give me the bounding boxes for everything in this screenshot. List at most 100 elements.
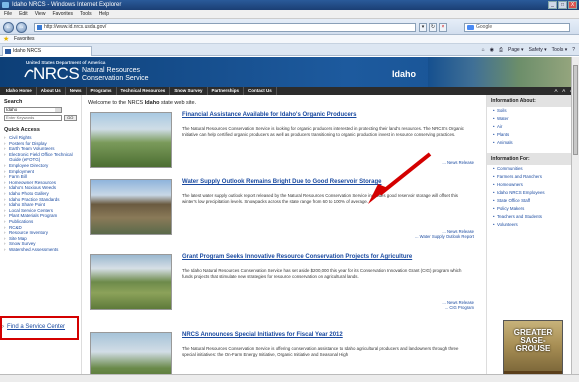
search-placeholder: Google: [476, 24, 493, 30]
info-about-link[interactable]: Air: [493, 123, 579, 131]
chevron-right-icon: ›: [2, 324, 4, 330]
story-body: The Idaho Natural Resources Conservation…: [182, 268, 462, 279]
menu-tools[interactable]: Tools: [80, 10, 92, 18]
vertical-scrollbar[interactable]: [571, 57, 579, 374]
tab-idaho-nrcs[interactable]: Idaho NRCS: [2, 46, 92, 56]
info-for-link[interactable]: Policy Makers: [493, 205, 579, 213]
home-icon[interactable]: ⌂: [482, 46, 485, 55]
menu-file[interactable]: File: [4, 10, 12, 18]
promo-title: GREATER SAGE-GROUSE: [513, 328, 553, 353]
info-about-heading: Information About:: [487, 95, 579, 107]
quick-access-list: Civil Rights Posters for Display Earth T…: [4, 135, 77, 252]
story-title-link[interactable]: NRCS Announces Special Initiatives for F…: [182, 332, 343, 338]
print-icon[interactable]: ⎙: [499, 46, 503, 55]
dropdown-icon[interactable]: ▾: [419, 23, 427, 32]
quick-access-link[interactable]: Watershed Assessments: [4, 247, 77, 253]
favorites-button[interactable]: Favorites: [14, 36, 35, 42]
info-for-link[interactable]: Communities: [493, 165, 579, 173]
refresh-icon[interactable]: ↻: [429, 23, 437, 32]
nav-programs[interactable]: Programs: [87, 87, 117, 95]
scroll-thumb[interactable]: [573, 65, 578, 155]
back-arrow-icon[interactable]: ←: [3, 22, 14, 33]
story-title-link[interactable]: Water Supply Outlook Remains Bright Due …: [182, 179, 381, 185]
story-body: The Natural Resources Conservation Servi…: [182, 346, 459, 357]
info-for-list: Communities Farmers and Ranchers Homeown…: [487, 165, 579, 229]
info-about-link[interactable]: Water: [493, 115, 579, 123]
logo-subtitle-2: Conservation Service: [82, 75, 149, 82]
nav-snow-survey[interactable]: Snow Survey: [170, 87, 208, 95]
minimize-button[interactable]: _: [548, 1, 557, 9]
banner-photo: [428, 57, 579, 87]
info-about-list: Soils Water Air Plants Animals: [487, 107, 579, 147]
chevron-down-icon: [55, 108, 61, 112]
tools-menu[interactable]: Tools ▾: [552, 46, 568, 55]
logo-text: NRCS: [33, 64, 80, 83]
info-for-link[interactable]: Farmers and Ranchers: [493, 173, 579, 181]
keywords-input[interactable]: Enter Keywords: [4, 115, 62, 121]
site-nav: Idaho Home About Us News Programs Techni…: [0, 87, 579, 95]
go-button[interactable]: GO: [63, 115, 77, 121]
menu-view[interactable]: View: [35, 10, 46, 18]
welcome-state: Idaho: [144, 100, 160, 106]
story-photo[interactable]: [90, 179, 172, 235]
info-for-link[interactable]: Teachers and Students: [493, 213, 579, 221]
address-url: http://www.id.nrcs.usda.gov/: [44, 24, 107, 30]
tab-row: Idaho NRCS ⌂ ◉ ⎙ Page ▾ Safety ▾ Tools ▾…: [0, 44, 579, 56]
nav-idaho-home[interactable]: Idaho Home: [2, 87, 37, 95]
news-story: Grant Program Seeks Innovative Resource …: [90, 254, 482, 316]
story-photo[interactable]: [90, 112, 172, 168]
search-scope-value: Idaho: [6, 107, 18, 112]
story-title-link[interactable]: Financial Assistance Available for Idaho…: [182, 112, 356, 118]
status-bar: [0, 374, 579, 382]
info-for-link[interactable]: Volunteers: [493, 221, 579, 229]
info-about-link[interactable]: Soils: [493, 107, 579, 115]
water-supply-report-link[interactable]: ... Water Supply Outlook Report: [415, 234, 474, 239]
close-button[interactable]: X: [568, 1, 577, 9]
nav-contact-us[interactable]: Contact Us: [244, 87, 277, 95]
find-service-center-link[interactable]: Find a Service Center: [7, 324, 65, 330]
state-title: Idaho: [392, 69, 416, 79]
info-for-link[interactable]: State Office Staff: [493, 197, 579, 205]
safety-menu[interactable]: Safety ▾: [529, 46, 547, 55]
nav-news[interactable]: News: [66, 87, 87, 95]
news-release-link[interactable]: ... News Release: [442, 160, 474, 165]
forward-arrow-icon[interactable]: →: [16, 22, 27, 33]
welcome-suffix: state web site.: [159, 100, 197, 106]
story-title-link[interactable]: Grant Program Seeks Innovative Resource …: [182, 254, 412, 260]
sage-grouse-promo[interactable]: GREATER SAGE-GROUSE SPECIAL INITIATIVE: [503, 320, 563, 382]
info-about-link[interactable]: Animals: [493, 139, 579, 147]
search-input[interactable]: Google: [464, 23, 570, 32]
info-for-link[interactable]: Homeowners: [493, 181, 579, 189]
welcome-prefix: Welcome to the NRCS: [88, 100, 145, 106]
nav-technical-resources[interactable]: Technical Resources: [117, 87, 171, 95]
nav-about-us[interactable]: About Us: [37, 87, 66, 95]
red-annotation-arrow: [368, 152, 432, 204]
address-bar[interactable]: http://www.id.nrcs.usda.gov/: [34, 23, 416, 32]
feeds-icon[interactable]: ◉: [490, 46, 494, 55]
info-for-link[interactable]: Idaho NRCS Employees: [493, 189, 579, 197]
menu-bar: File Edit View Favorites Tools Help: [0, 10, 579, 19]
search-scope-select[interactable]: Idaho: [4, 107, 62, 113]
help-icon[interactable]: ?: [572, 46, 575, 55]
quick-access-heading: Quick Access: [4, 127, 40, 133]
cig-program-link[interactable]: ... CIG Program: [442, 305, 474, 310]
quick-access-link[interactable]: Electronic Field Office Technical Guide …: [4, 152, 77, 163]
nav-partnerships[interactable]: Partnerships: [208, 87, 245, 95]
favorites-star-icon[interactable]: ★: [3, 36, 9, 43]
maximize-button[interactable]: □: [558, 1, 567, 9]
menu-favorites[interactable]: Favorites: [52, 10, 73, 18]
stop-icon[interactable]: ×: [439, 23, 447, 32]
nrcs-logo[interactable]: NRCS: [24, 64, 80, 83]
right-sidebar: Information About: Soils Water Air Plant…: [486, 95, 579, 382]
logo-subtitle-1: Natural Resources: [82, 67, 140, 74]
window-titlebar: Idaho NRCS - Windows Internet Explorer _…: [0, 0, 579, 10]
menu-edit[interactable]: Edit: [19, 10, 28, 18]
web-page: United States Department of America NRCS…: [0, 57, 579, 382]
ie-icon: [2, 2, 9, 8]
story-photo[interactable]: [90, 254, 172, 310]
menu-help[interactable]: Help: [99, 10, 109, 18]
info-about-link[interactable]: Plants: [493, 131, 579, 139]
google-icon: [467, 25, 474, 30]
search-heading: Search: [4, 99, 23, 105]
page-menu[interactable]: Page ▾: [508, 46, 524, 55]
